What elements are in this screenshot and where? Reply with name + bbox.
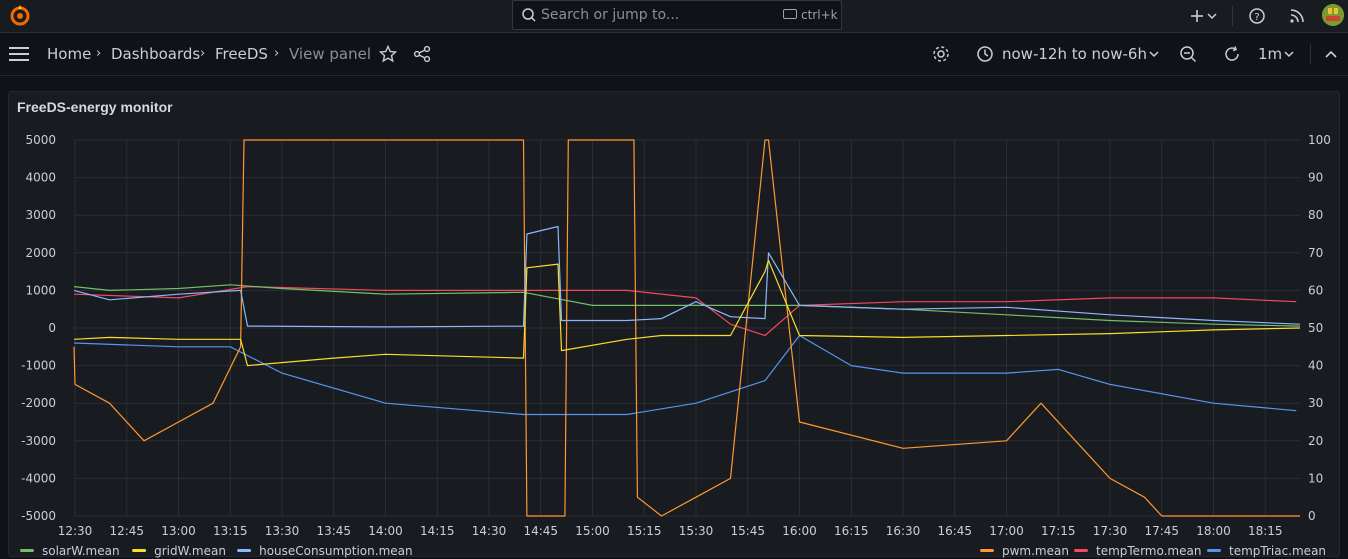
chevron-right-icon: › [200, 46, 206, 61]
user-avatar[interactable] [1322, 4, 1344, 26]
chevron-down-icon[interactable] [1148, 49, 1160, 59]
dashboard-navbar: Home › Dashboards › FreeDS › View panel … [0, 33, 1348, 76]
keyboard-icon [783, 9, 797, 19]
search-placeholder: Search or jump to... [541, 7, 680, 23]
breadcrumb-freeds[interactable]: FreeDS [215, 33, 268, 75]
zoom-out-icon[interactable] [1179, 45, 1197, 63]
search-shortcut: ctrl+k [801, 8, 838, 22]
menu-icon[interactable] [8, 45, 30, 63]
chevron-down-icon[interactable] [1207, 7, 1217, 25]
chevron-right-icon: › [274, 46, 280, 61]
panel-title: FreeDS-energy monitor [17, 99, 173, 115]
divider [1232, 6, 1233, 26]
time-range-picker[interactable]: now-12h to now-6h [1002, 33, 1147, 75]
refresh-icon[interactable] [1223, 45, 1241, 63]
grafana-logo-icon[interactable] [8, 4, 32, 28]
search-bar[interactable]: Search or jump to... ctrl+k [512, 0, 842, 30]
chevron-down-icon[interactable] [1283, 49, 1295, 59]
breadcrumb-current: View panel [289, 45, 371, 63]
rss-news-icon[interactable] [1288, 7, 1306, 25]
chevron-up-icon[interactable] [1324, 49, 1338, 59]
add-plus-icon[interactable] [1188, 7, 1206, 25]
search-icon [522, 8, 536, 22]
refresh-interval-picker[interactable]: 1m [1258, 33, 1282, 75]
divider [1310, 44, 1311, 64]
share-icon[interactable] [413, 45, 431, 63]
clock-icon [977, 46, 993, 62]
breadcrumb-dashboards[interactable]: Dashboards [111, 33, 200, 75]
star-icon[interactable] [379, 45, 397, 63]
top-bar: Search or jump to... ctrl+k ? [0, 0, 1348, 33]
svg-text:?: ? [1254, 12, 1259, 23]
chevron-right-icon: › [96, 46, 102, 61]
timeseries-panel: FreeDS-energy monitor [8, 91, 1340, 557]
help-icon[interactable]: ? [1248, 7, 1266, 25]
settings-gear-icon[interactable] [932, 45, 950, 63]
breadcrumb-home[interactable]: Home [47, 33, 91, 75]
